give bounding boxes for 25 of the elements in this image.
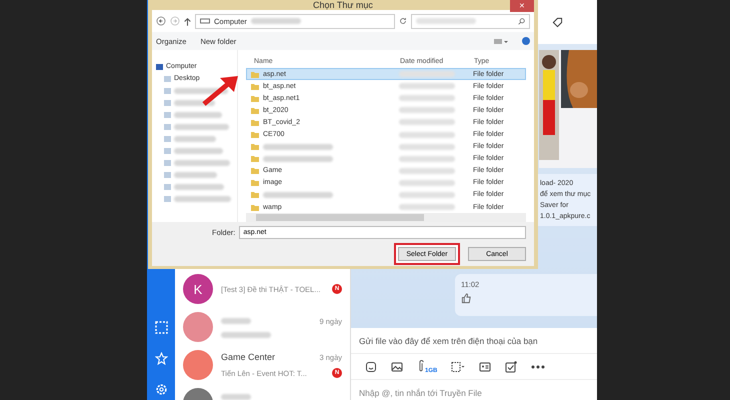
settings-icon[interactable]	[154, 383, 168, 396]
avatar: K	[183, 274, 213, 304]
search-icon	[518, 18, 525, 24]
scrollbar[interactable]	[246, 213, 526, 222]
up-arrow-icon[interactable]	[184, 16, 191, 26]
view-icon[interactable]	[494, 38, 508, 44]
refresh-icon[interactable]	[399, 17, 407, 25]
dialog-title: Chọn Thư mục	[313, 0, 373, 10]
conversation-name: Game Center	[221, 352, 276, 362]
help-icon[interactable]	[522, 37, 530, 45]
contact-card-icon[interactable]	[479, 360, 492, 372]
paperclip-icon[interactable]	[417, 360, 425, 373]
search-field[interactable]	[411, 14, 530, 28]
star-icon[interactable]	[154, 352, 168, 365]
drive-icon	[200, 18, 210, 24]
thumbs-up-icon[interactable]	[461, 293, 472, 304]
sticker-icon[interactable]	[365, 360, 377, 372]
back-icon[interactable]	[156, 16, 166, 26]
task-icon[interactable]	[505, 360, 518, 372]
image-icon[interactable]	[391, 360, 403, 372]
screenshot-icon[interactable]	[451, 360, 466, 372]
screenshot-icon[interactable]	[154, 321, 168, 334]
arrow	[200, 76, 240, 108]
more-icon[interactable]	[531, 364, 546, 368]
tag-icon[interactable]	[552, 16, 563, 28]
